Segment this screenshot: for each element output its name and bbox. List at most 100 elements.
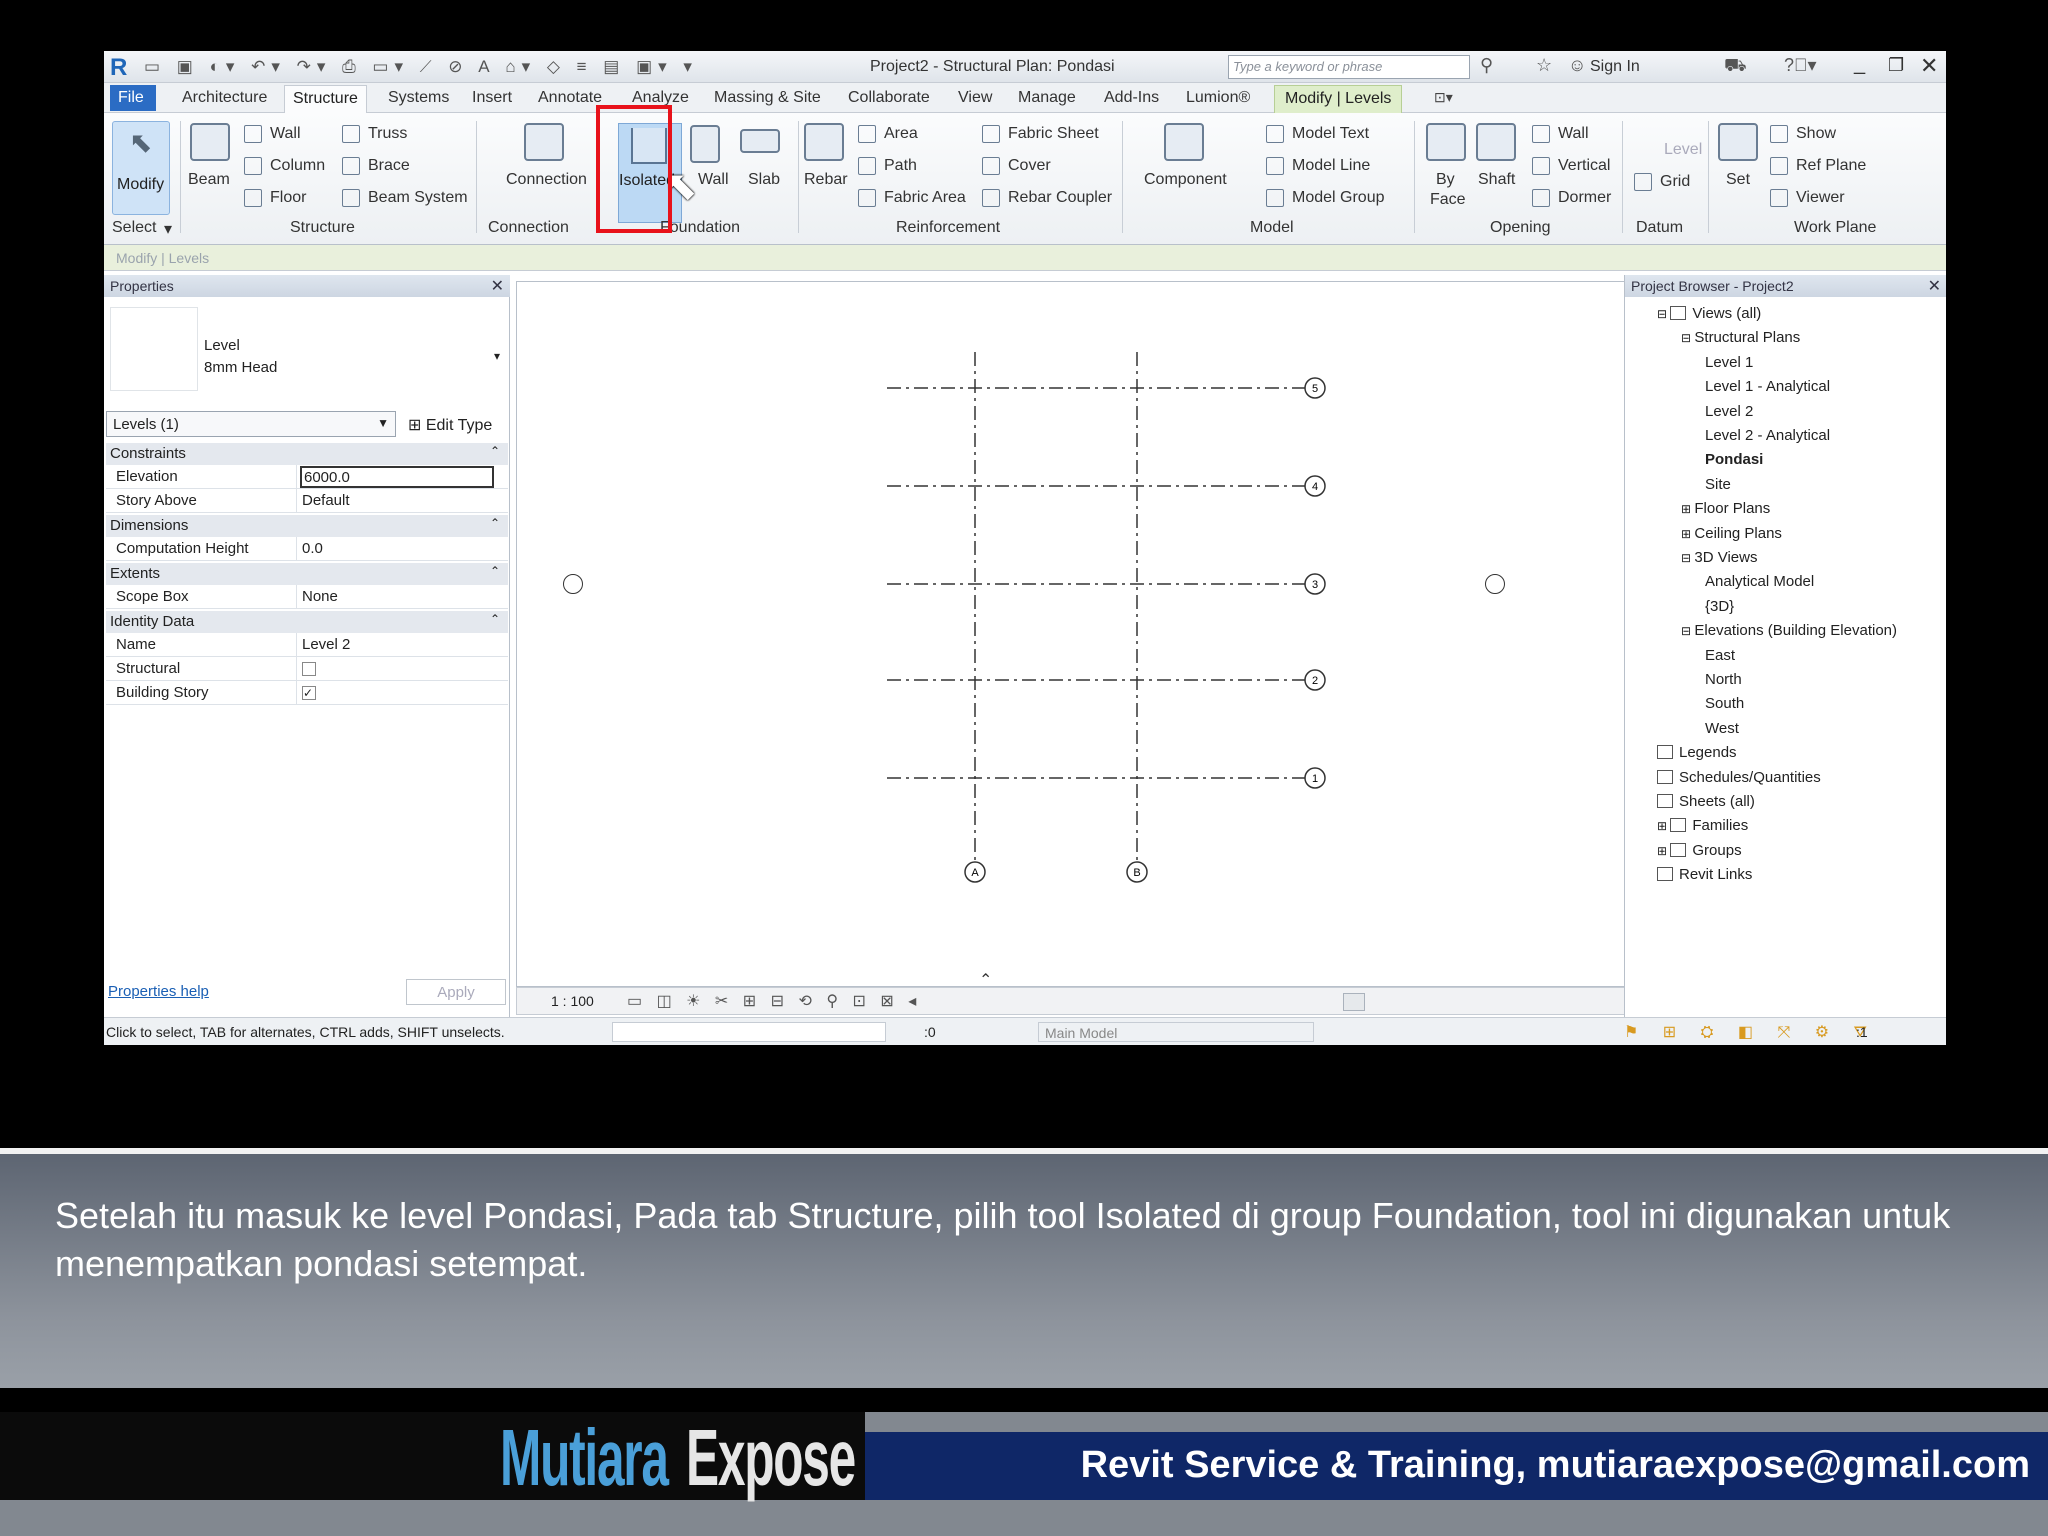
slab-button[interactable]: Slab — [748, 171, 780, 189]
floor-button[interactable]: Floor — [270, 189, 306, 207]
instance-selector[interactable]: Levels (1) ▼ — [106, 411, 396, 437]
browser-item[interactable]: ⊟ 3D Views — [1681, 549, 1757, 566]
grid-label-4[interactable]: 4 — [1312, 481, 1318, 493]
collapse-icon[interactable]: ⌃ — [490, 612, 500, 626]
collapse-node-icon[interactable]: ⊟ — [1681, 331, 1694, 345]
expand-node-icon[interactable]: ⊞ — [1657, 844, 1670, 858]
path-button[interactable]: Path — [884, 157, 917, 175]
revit-logo-icon[interactable]: R — [110, 54, 127, 82]
browser-item[interactable]: Sheets (all) — [1657, 793, 1755, 810]
tab-massing-site[interactable]: Massing & Site — [714, 89, 821, 107]
collapse-node-icon[interactable]: ⊟ — [1657, 307, 1670, 321]
collapse-icon[interactable]: ⌃ — [490, 516, 500, 530]
type-name[interactable]: 8mm Head — [204, 359, 277, 376]
beam-system-button[interactable]: Beam System — [368, 189, 468, 207]
binoculars-icon[interactable]: ⚲ — [1480, 55, 1493, 76]
grid-label-3[interactable]: 3 — [1312, 579, 1318, 591]
browser-item[interactable]: Analytical Model — [1705, 573, 1814, 590]
tab-architecture[interactable]: Architecture — [182, 89, 267, 107]
collapse-icon[interactable]: ⌃ — [490, 564, 500, 578]
grid-label-5[interactable]: 5 — [1312, 383, 1318, 395]
tab-collaborate[interactable]: Collaborate — [848, 89, 930, 107]
opening-wall-button[interactable]: Wall — [1558, 125, 1589, 143]
level-button[interactable]: Level — [1664, 141, 1702, 159]
structural-checkbox[interactable] — [302, 662, 316, 676]
expand-node-icon[interactable]: ⊞ — [1657, 819, 1670, 833]
modify-button[interactable]: ⬉ Modify — [112, 121, 170, 215]
computation-height-value[interactable]: 0.0 — [302, 540, 323, 557]
horizontal-scrollbar-thumb[interactable] — [1343, 993, 1365, 1011]
type-family[interactable]: Level — [204, 337, 240, 354]
beam-button[interactable]: Beam — [188, 171, 230, 189]
by-face-label-1[interactable]: By — [1436, 171, 1455, 189]
scale-selector[interactable]: 1 : 100 — [551, 993, 594, 1009]
browser-item[interactable]: Level 2 — [1705, 403, 1753, 420]
grid-label-2[interactable]: 2 — [1312, 675, 1318, 687]
browser-item[interactable]: Schedules/Quantities — [1657, 769, 1821, 786]
close-icon[interactable]: ✕ — [1920, 53, 1938, 79]
dormer-button[interactable]: Dormer — [1558, 189, 1611, 207]
vertical-button[interactable]: Vertical — [1558, 157, 1610, 175]
elevation-marker-west-icon[interactable] — [563, 574, 583, 594]
by-face-label-2[interactable]: Face — [1430, 191, 1466, 209]
browser-item[interactable]: ⊟ Structural Plans — [1681, 329, 1800, 346]
panel-toggle-icon[interactable]: ⊡▾ — [1434, 89, 1453, 106]
tab-file[interactable]: File — [110, 85, 156, 111]
browser-item[interactable]: Level 2 - Analytical — [1705, 427, 1830, 444]
model-line-button[interactable]: Model Line — [1292, 157, 1370, 175]
tab-add-ins[interactable]: Add-Ins — [1104, 89, 1159, 107]
component-button[interactable]: Component — [1144, 171, 1227, 189]
type-dropdown-icon[interactable]: ▾ — [494, 349, 500, 363]
story-above-value[interactable]: Default — [302, 492, 350, 509]
area-button[interactable]: Area — [884, 125, 918, 143]
building-story-checkbox[interactable]: ✓ — [302, 686, 316, 700]
wall-foundation-button[interactable]: Wall — [698, 171, 729, 189]
browser-item[interactable]: Site — [1705, 476, 1731, 493]
expand-node-icon[interactable]: ⊞ — [1681, 502, 1694, 516]
elevation-input[interactable]: 6000.0 — [300, 466, 494, 488]
group-reinforcement[interactable]: Reinforcement — [896, 219, 1000, 237]
browser-item[interactable]: ⊞ Ceiling Plans — [1681, 525, 1782, 542]
wall-button[interactable]: Wall — [270, 125, 301, 143]
browser-item[interactable]: Level 1 - Analytical — [1705, 378, 1830, 395]
elevation-marker-east-icon[interactable] — [1485, 574, 1505, 594]
constraints-category[interactable]: Constraints ⌃ — [106, 443, 508, 465]
group-connection[interactable]: Connection — [488, 219, 569, 237]
drawing-area[interactable]: 54321AB ▭ ❐ ✕ ⊡ ⌃ — [516, 281, 1711, 989]
model-text-button[interactable]: Model Text — [1292, 125, 1369, 143]
collapse-node-icon[interactable]: ⊟ — [1681, 551, 1694, 565]
grid-button[interactable]: Grid — [1660, 173, 1690, 191]
edit-type-button[interactable]: ⊞ Edit Type — [404, 411, 496, 439]
browser-item[interactable]: South — [1705, 695, 1744, 712]
tab-view[interactable]: View — [958, 89, 992, 107]
browser-item[interactable]: Legends — [1657, 744, 1737, 761]
minimize-icon[interactable]: _ — [1854, 53, 1865, 76]
browser-item[interactable]: ⊟ Elevations (Building Elevation) — [1681, 622, 1897, 639]
tab-insert[interactable]: Insert — [472, 89, 512, 107]
collapse-node-icon[interactable]: ⊟ — [1681, 624, 1694, 638]
status-filter-field[interactable] — [612, 1022, 886, 1042]
fabric-sheet-button[interactable]: Fabric Sheet — [1008, 125, 1099, 143]
show-button[interactable]: Show — [1796, 125, 1836, 143]
grid-label-1[interactable]: 1 — [1312, 773, 1318, 785]
tab-annotate[interactable]: Annotate — [538, 89, 602, 107]
help-icon[interactable]: ?⃝▾ — [1784, 55, 1817, 76]
identity-data-category[interactable]: Identity Data ⌃ — [106, 611, 508, 633]
browser-item[interactable]: ⊞ Families — [1657, 817, 1748, 834]
select-dropdown-icon[interactable]: ▾ — [164, 219, 172, 239]
column-button[interactable]: Column — [270, 157, 325, 175]
tab-lumion[interactable]: Lumion® — [1186, 89, 1250, 107]
brace-button[interactable]: Brace — [368, 157, 410, 175]
search-input[interactable]: Type a keyword or phrase — [1228, 55, 1470, 79]
cart-icon[interactable]: ⛟ — [1724, 55, 1747, 79]
fabric-area-button[interactable]: Fabric Area — [884, 189, 966, 207]
apply-button[interactable]: Apply — [406, 979, 506, 1005]
model-group-button[interactable]: Model Group — [1292, 189, 1385, 207]
properties-close-icon[interactable]: ✕ — [491, 276, 504, 296]
name-value[interactable]: Level 2 — [302, 636, 350, 653]
browser-item[interactable]: Revit Links — [1657, 866, 1752, 883]
tab-systems[interactable]: Systems — [388, 89, 449, 107]
view-control-icons[interactable]: ▭ ◫ ☀ ✂ ⊞ ⊟ ⟲ ⚲ ⊡ ⊠ ◂ — [627, 991, 921, 1011]
grid-label-A[interactable]: A — [971, 867, 979, 879]
browser-item[interactable]: Level 1 — [1705, 354, 1753, 371]
